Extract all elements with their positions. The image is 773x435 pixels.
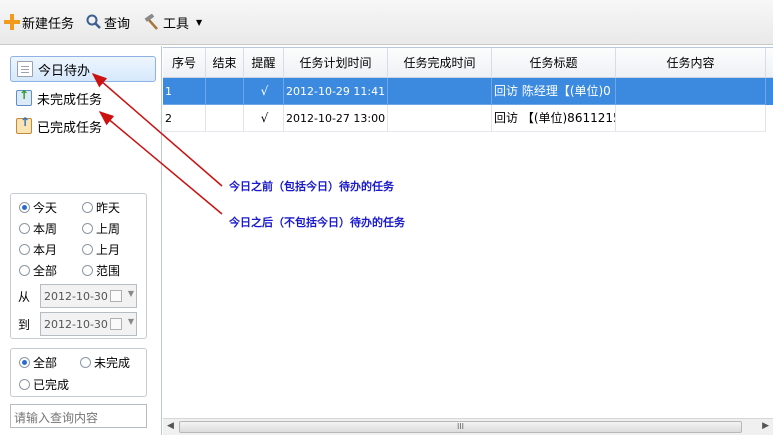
arrow-to-incomplete [98, 111, 223, 215]
arrow-to-today [91, 73, 223, 187]
annotation-today: 今日之前（包括今日）待办的任务 [229, 180, 394, 193]
annotation-incomplete: 今日之后（不包括今日）待办的任务 [229, 216, 405, 229]
